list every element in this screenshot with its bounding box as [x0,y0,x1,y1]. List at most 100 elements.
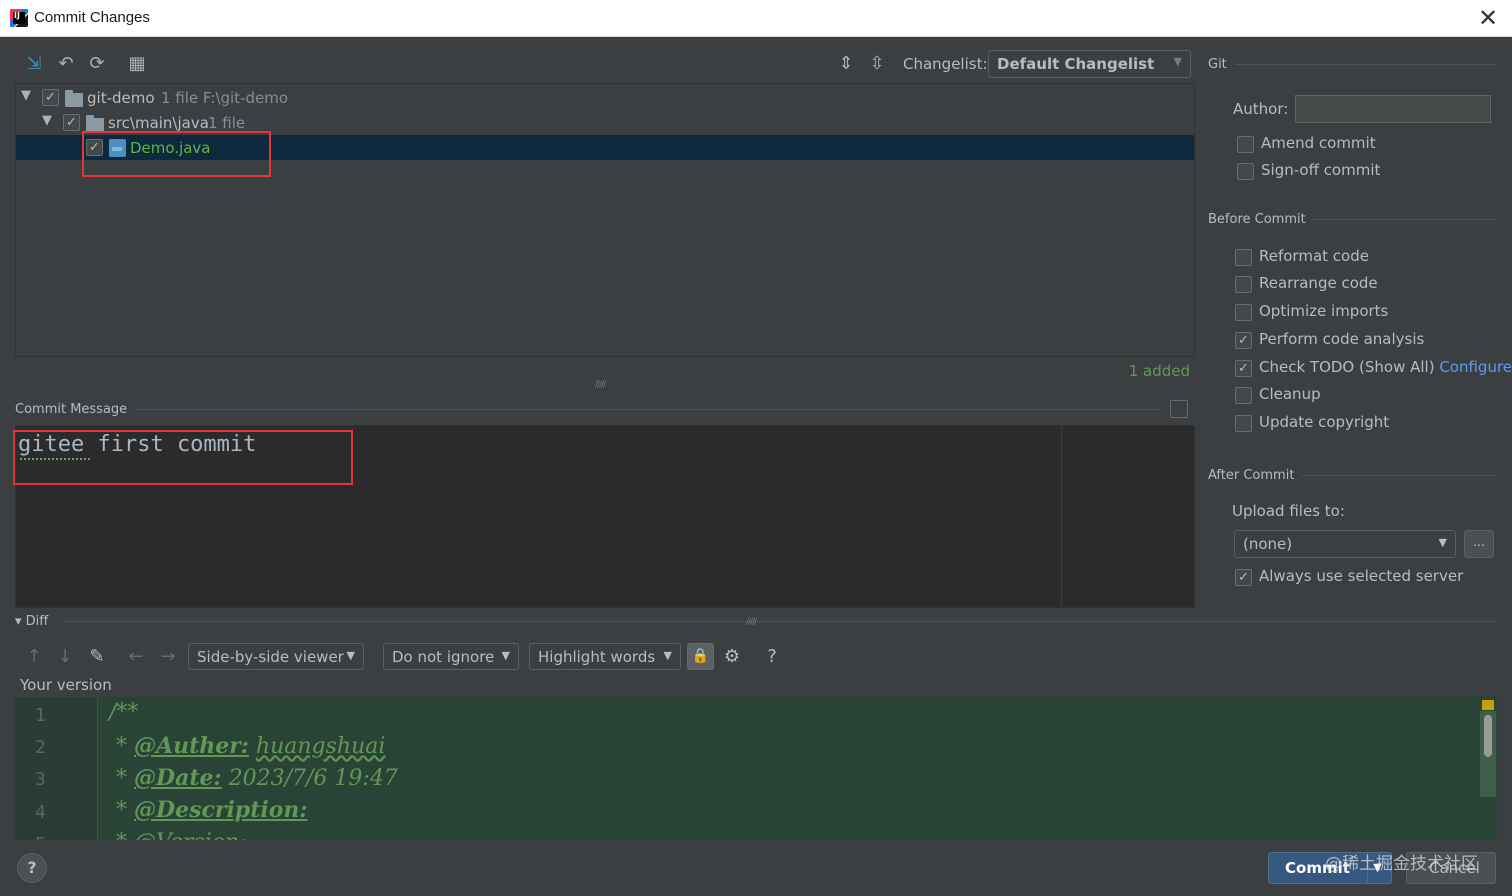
viewer-value: Side-by-side viewer [197,648,344,666]
optimize-imports-checkbox[interactable] [1235,304,1252,321]
signoff-commit-label: Sign-off commit [1261,161,1381,179]
folder-name: src\main\java [108,114,209,132]
update-copyright-checkbox[interactable] [1235,415,1252,432]
amend-commit-checkbox[interactable] [1237,136,1254,153]
folder-icon [86,115,104,132]
logo-text: IJ [14,11,20,20]
intellij-logo-icon: IJ [10,9,28,27]
line-number: 1 [35,705,46,726]
after-commit-title: After Commit [1208,468,1295,483]
configure-link[interactable]: Configure [1439,358,1512,376]
code-line: * @Version: [109,830,247,840]
splitter-handle[interactable]: ///// [595,380,606,390]
divider [1235,64,1497,65]
commit-message-label: Commit Message [15,402,128,417]
your-version-label: Your version [20,676,112,694]
code-line: * @Auther: huangshuai [109,733,386,759]
highlight-value: Highlight words [538,648,656,666]
line-number: 4 [35,802,46,823]
scrollbar[interactable] [1480,711,1496,797]
line-number: 3 [35,769,46,790]
change-marker [1482,700,1494,710]
code-line: * @Date: 2023/7/6 19:47 [109,765,398,791]
always-use-server-checkbox[interactable]: ✓ [1235,569,1252,586]
changelist-dropdown[interactable]: Default Changelist ▼ [988,50,1191,78]
browse-button[interactable]: ... [1464,530,1494,558]
chevron-down-icon: ▼ [663,649,672,662]
upload-server-value: (none) [1243,535,1293,553]
line-number-gutter: 1 2 3 4 5 [15,697,97,840]
highlight-dropdown[interactable]: Highlight words ▼ [529,643,681,670]
javadoc-tag: @Description: [134,797,308,823]
chevron-down-icon: ▼ [346,649,355,662]
tree-row-root[interactable]: ▼ ✓ git-demo 1 file F:\git-demo [16,85,1194,110]
root-name: git-demo [87,89,155,107]
upload-label: Upload files to: [1232,502,1345,520]
right-margin-line [1061,426,1062,607]
gutter-separator [97,697,98,840]
diff-header[interactable]: ▾ Diff [15,614,48,629]
lock-icon[interactable]: 🔒 [687,643,714,670]
ignore-value: Do not ignore [392,648,495,666]
code-line: * @Description: [109,797,308,823]
line-number: 2 [35,737,46,758]
rearrange-label: Rearrange code [1259,274,1378,292]
code-analysis-checkbox[interactable]: ✓ [1235,332,1252,349]
upload-server-dropdown[interactable]: (none) ▼ [1234,530,1456,558]
message-history-icon[interactable] [1170,400,1188,418]
update-copyright-label: Update copyright [1259,413,1390,431]
highlight-box [13,430,353,485]
rollback-icon[interactable]: ↶ [55,53,77,75]
title-bar: IJ Commit Changes ✕ [0,0,1512,37]
reformat-checkbox[interactable] [1235,249,1252,266]
check-todo-checkbox[interactable]: ✓ [1235,360,1252,377]
help-icon[interactable]: ? [761,646,783,668]
arrow-left-icon[interactable]: ← [125,646,147,668]
arrow-down-icon[interactable]: ↓ [54,646,76,668]
line-number: 5 [35,834,65,840]
refresh-icon[interactable]: ⟳ [86,53,108,75]
root-meta: 1 file F:\git-demo [161,89,289,107]
arrow-up-icon[interactable]: ↑ [23,646,45,668]
gear-icon[interactable]: ⚙ [721,646,743,668]
rearrange-checkbox[interactable] [1235,276,1252,293]
group-by-icon[interactable]: ▦ [126,53,148,75]
signoff-commit-checkbox[interactable] [1237,163,1254,180]
splitter-handle[interactable]: ///// [746,617,757,627]
javadoc-value: huangshuai [255,734,386,759]
javadoc-tag: @Date: [134,765,222,791]
chevron-down-icon: ▼ [1438,536,1447,549]
divider [135,409,1160,410]
divider [1312,219,1497,220]
author-input[interactable] [1295,95,1491,123]
watermark: @稀土掘金技术社区 [1325,854,1478,874]
ignore-dropdown[interactable]: Do not ignore ▼ [383,643,519,670]
root-checkbox[interactable]: ✓ [42,89,59,106]
help-button[interactable]: ? [17,853,47,883]
viewer-dropdown[interactable]: Side-by-side viewer ▼ [188,643,364,670]
cleanup-checkbox[interactable] [1235,387,1252,404]
expand-arrow-icon[interactable]: ▼ [42,113,52,128]
optimize-imports-label: Optimize imports [1259,302,1389,320]
before-commit-title: Before Commit [1208,212,1306,227]
code-analysis-label: Perform code analysis [1259,330,1425,348]
expand-arrow-icon[interactable]: ▼ [21,88,31,103]
arrow-right-icon[interactable]: → [157,646,179,668]
collapse-all-icon[interactable]: ⇳ [866,53,888,75]
edit-icon[interactable]: ✎ [86,646,108,668]
expand-all-icon[interactable]: ⇕ [835,53,857,75]
scroll-thumb[interactable] [1484,715,1492,757]
code-line: /** [109,700,139,725]
folder-checkbox[interactable]: ✓ [63,114,80,131]
author-label: Author: [1233,100,1289,118]
changelist-label: Changelist: [903,55,988,73]
window-title: Commit Changes [34,9,150,26]
git-section-title: Git [1208,57,1227,72]
diff-code-editor[interactable]: 1 2 3 4 5 /** * @Auther: huangshuai * @D… [15,697,1497,840]
javadoc-value: 2023/7/6 19:47 [228,766,398,791]
check-todo-label: Check TODO (Show All) Configure [1259,358,1512,376]
folder-meta: 1 file [208,114,246,132]
divider [1302,475,1497,476]
move-to-changelist-icon[interactable]: ⇲ [23,53,45,75]
close-icon[interactable]: ✕ [1474,4,1502,32]
